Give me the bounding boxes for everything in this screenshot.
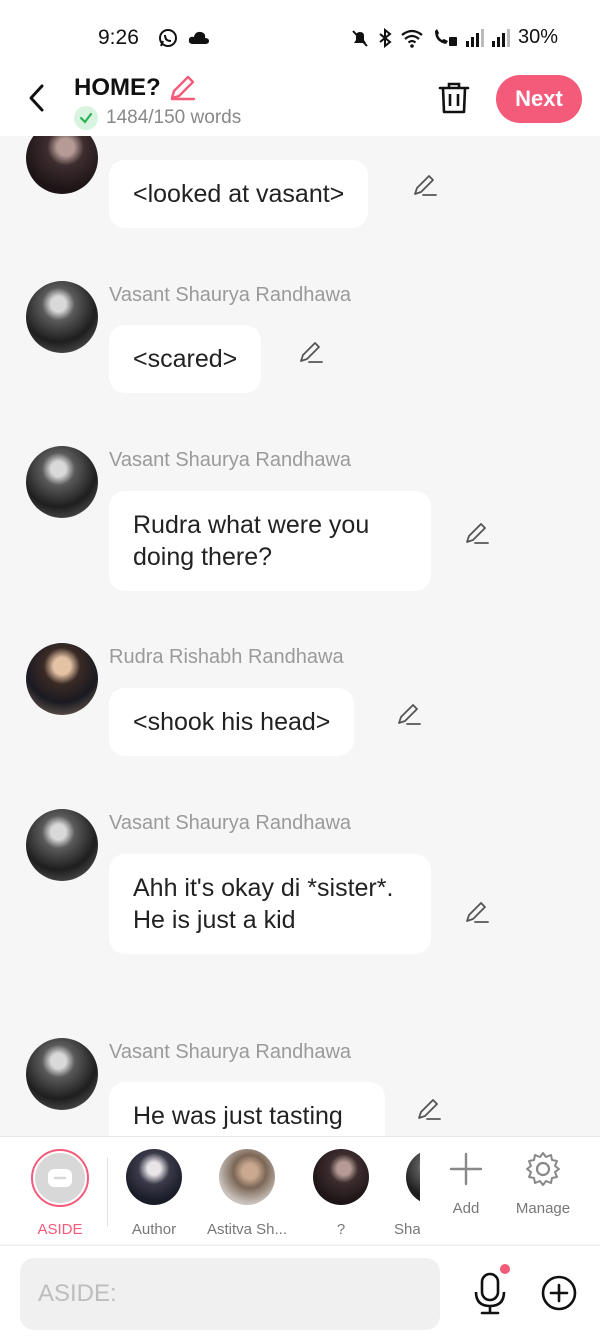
signal-icon bbox=[465, 28, 484, 47]
avatar bbox=[126, 1149, 182, 1205]
bell-off-icon bbox=[352, 29, 368, 47]
next-button[interactable]: Next bbox=[496, 75, 582, 123]
add-character-button[interactable]: Add bbox=[440, 1151, 492, 1217]
avatar[interactable] bbox=[26, 643, 98, 715]
message-bubble[interactable]: <scared> bbox=[109, 325, 262, 393]
edit-message-button[interactable] bbox=[416, 1096, 442, 1127]
sender-name: Vasant Shaurya Randhawa bbox=[109, 1041, 352, 1063]
avatar bbox=[313, 1149, 369, 1205]
pencil-icon bbox=[398, 704, 421, 725]
word-count: 1484/150 words bbox=[74, 106, 241, 130]
character-aside[interactable]: ASIDE bbox=[12, 1149, 108, 1238]
message-text: <scared> bbox=[133, 345, 238, 373]
character-label: Author bbox=[131, 1221, 177, 1238]
character-label: ASIDE bbox=[37, 1221, 83, 1238]
pencil-icon bbox=[300, 342, 323, 363]
avatar[interactable] bbox=[26, 446, 98, 518]
gear-icon bbox=[526, 1152, 560, 1186]
message-bubble[interactable]: Ahh it's okay di *sister*. He is just a … bbox=[109, 854, 431, 954]
battery-level: 30% bbox=[517, 26, 558, 48]
edit-message-button[interactable] bbox=[298, 339, 324, 370]
edit-message-button[interactable] bbox=[396, 701, 422, 732]
message-text: <looked at vasant> bbox=[133, 180, 345, 208]
pencil-icon bbox=[418, 1099, 441, 1120]
status-time: 9:26 bbox=[98, 26, 139, 49]
message-bubble[interactable]: <looked at vasant> bbox=[109, 160, 369, 228]
composer bbox=[0, 1245, 600, 1340]
character-author[interactable]: Author bbox=[106, 1149, 202, 1238]
manage-button[interactable]: Manage bbox=[510, 1151, 576, 1217]
message-text: <shook his head> bbox=[133, 708, 331, 736]
avatar[interactable] bbox=[26, 809, 98, 881]
avatar[interactable] bbox=[26, 281, 98, 353]
sender-name: Vasant Shaurya Randhawa bbox=[109, 284, 352, 306]
character-sha[interactable]: Sha bbox=[370, 1149, 420, 1238]
word-count-text: 1484/150 words bbox=[106, 107, 242, 128]
message-text: Rudra what were you doing there? bbox=[133, 511, 370, 571]
edit-message-button[interactable] bbox=[464, 520, 490, 551]
message-text: Ahh it's okay di *sister*. He is just a … bbox=[133, 874, 394, 934]
message-bubble[interactable]: Rudra what were you doing there? bbox=[109, 491, 431, 591]
sender-name: Vasant Shaurya Randhawa bbox=[109, 449, 352, 471]
message-input[interactable] bbox=[20, 1258, 440, 1330]
avatar bbox=[219, 1149, 275, 1205]
status-bar: 9:26 30% bbox=[0, 0, 600, 70]
plus-circle-icon bbox=[541, 1275, 577, 1311]
add-label: Add bbox=[452, 1200, 480, 1217]
cloud-icon bbox=[188, 31, 209, 44]
wifi-icon bbox=[401, 29, 423, 48]
check-icon bbox=[74, 106, 98, 130]
pencil-icon bbox=[466, 902, 489, 923]
character-label: Sha bbox=[394, 1221, 420, 1238]
manage-label: Manage bbox=[515, 1200, 571, 1217]
sender-name: Vasant Shaurya Randhawa bbox=[109, 812, 352, 834]
wifi-calling-icon bbox=[434, 28, 457, 46]
edit-message-button[interactable] bbox=[412, 172, 438, 203]
message-bubble[interactable]: <shook his head> bbox=[109, 688, 355, 756]
avatar[interactable] bbox=[26, 1038, 98, 1110]
plus-icon bbox=[449, 1152, 483, 1186]
avatar[interactable] bbox=[26, 136, 98, 194]
back-button[interactable] bbox=[22, 82, 54, 114]
trash-icon bbox=[438, 82, 470, 114]
delete-button[interactable] bbox=[437, 80, 471, 121]
message-list[interactable]: <looked at vasant> Vasant Shaurya Randha… bbox=[0, 136, 600, 1136]
bluetooth-icon bbox=[379, 27, 392, 48]
voice-input-button[interactable] bbox=[470, 1270, 510, 1318]
character-selector: ASIDE Author Astitva Sh... ? Sha Add Man… bbox=[0, 1136, 600, 1244]
pencil-icon bbox=[414, 175, 437, 196]
story-title: HOME? bbox=[74, 74, 161, 101]
microphone-icon bbox=[474, 1272, 506, 1315]
whatsapp-icon bbox=[159, 29, 177, 47]
top-app-bar: HOME? 1484/150 words Next bbox=[0, 70, 600, 136]
chat-bubble-icon bbox=[48, 1169, 72, 1187]
edit-message-button[interactable] bbox=[464, 899, 490, 930]
pencil-icon bbox=[466, 523, 489, 544]
signal-icon bbox=[491, 28, 510, 47]
pencil-icon bbox=[170, 75, 196, 101]
add-button[interactable] bbox=[540, 1274, 578, 1317]
message-text: He was just tasting bbox=[133, 1102, 343, 1130]
sender-name: Rudra Rishabh Randhawa bbox=[109, 646, 344, 668]
chevron-left-icon bbox=[29, 84, 44, 112]
recording-indicator-dot bbox=[500, 1264, 510, 1274]
edit-title-button[interactable] bbox=[168, 72, 198, 107]
character-astitva[interactable]: Astitva Sh... bbox=[199, 1149, 295, 1238]
character-label: Astitva Sh... bbox=[206, 1221, 288, 1238]
avatar bbox=[406, 1149, 420, 1205]
message-bubble[interactable]: He was just tasting bbox=[109, 1082, 385, 1136]
